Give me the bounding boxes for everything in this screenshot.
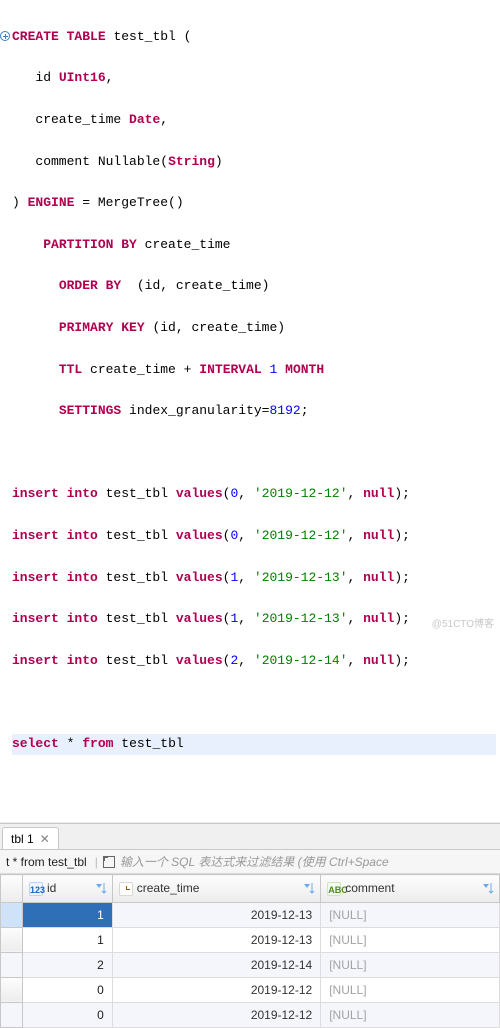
keyword-engine: ENGINE [28,195,75,210]
keyword-month: MONTH [285,362,324,377]
cell-id[interactable]: 0 [23,977,113,1002]
result-grid[interactable]: 123id create_time ABCcomment 12019-12-13… [0,874,500,1028]
table-row[interactable]: 12019-12-13[NULL] [1,902,500,927]
engine-name: MergeTree [98,195,168,210]
column-header-create-time[interactable]: create_time [112,875,320,903]
cell-id[interactable]: 1 [23,927,113,952]
text-type-icon: ABC [327,882,341,896]
insert-line-1: insert into test_tbl values(0, '2019-12-… [12,526,496,547]
ttl-number: 1 [270,362,278,377]
cell-create-time[interactable]: 2019-12-12 [112,1002,320,1027]
select-statement: select * from test_tbl [12,734,496,755]
keyword-settings: SETTINGS [59,403,121,418]
row-header[interactable] [1,977,23,1002]
filter-sort-icon[interactable] [302,881,316,895]
cell-create-time[interactable]: 2019-12-13 [112,902,320,927]
cell-comment[interactable]: [NULL] [321,902,500,927]
insert-line-4: insert into test_tbl values(2, '2019-12-… [12,651,496,672]
table-row[interactable]: 02019-12-12[NULL] [1,1002,500,1027]
filter-sort-icon[interactable] [481,881,495,895]
settings-key: index_granularity [129,403,262,418]
pk-expr: (id, create_time) [152,320,285,335]
sql-editor[interactable]: CREATE TABLE test_tbl ( id UInt16, creat… [0,0,500,823]
cell-id[interactable]: 0 [23,1002,113,1027]
row-header[interactable] [1,902,23,927]
cell-id[interactable]: 2 [23,952,113,977]
cell-id[interactable]: 1 [23,902,113,927]
cell-create-time[interactable]: 2019-12-12 [112,977,320,1002]
collapse-icon[interactable] [0,31,10,41]
result-tab[interactable]: tbl 1 ✕ [2,827,59,849]
insert-line-3: insert into test_tbl values(1, '2019-12-… [12,609,496,630]
table-name: test_tbl [113,29,175,44]
row-header[interactable] [1,952,23,977]
cell-comment[interactable]: [NULL] [321,1002,500,1027]
keyword-order-by: ORDER BY [59,278,121,293]
cell-comment[interactable]: [NULL] [321,952,500,977]
keyword-interval: INTERVAL [199,362,261,377]
table-row[interactable]: 02019-12-12[NULL] [1,977,500,1002]
watermark: @51CTO博客 [432,615,494,630]
partition-expr: create_time [145,237,231,252]
type-date: Date [129,112,160,127]
cell-create-time[interactable]: 2019-12-13 [112,927,320,952]
type-uint16: UInt16 [59,70,106,85]
table-row[interactable]: 12019-12-13[NULL] [1,927,500,952]
insert-line-0: insert into test_tbl values(0, '2019-12-… [12,484,496,505]
toolbar-query-text: t * from test_tbl [6,855,87,869]
filter-hint[interactable]: 输入一个 SQL 表达式来过滤结果 (使用 Ctrl+Space [120,853,389,870]
ttl-column: create_time [90,362,176,377]
orderby-expr: (id, create_time) [137,278,270,293]
close-icon[interactable]: ✕ [40,832,50,846]
id-type-icon: 123 [29,882,43,896]
expand-panel-icon[interactable] [102,855,116,869]
keyword-create-table: CREATE TABLE [12,29,106,44]
settings-value: 8192 [269,403,300,418]
type-string: String [168,154,215,169]
keyword-ttl: TTL [59,362,82,377]
cell-comment[interactable]: [NULL] [321,977,500,1002]
filter-sort-icon[interactable] [94,881,108,895]
result-toolbar: t * from test_tbl | 输入一个 SQL 表达式来过滤结果 (使… [0,850,500,874]
keyword-primary-key: PRIMARY KEY [59,320,145,335]
column-header-id[interactable]: 123id [23,875,113,903]
row-header[interactable] [1,927,23,952]
cell-comment[interactable]: [NULL] [321,927,500,952]
column-create-time: create_time [35,112,121,127]
keyword-partition-by: PARTITION BY [43,237,137,252]
insert-line-2: insert into test_tbl values(1, '2019-12-… [12,568,496,589]
result-tab-label: tbl 1 [11,832,34,846]
result-tab-bar: tbl 1 ✕ [0,824,500,850]
date-type-icon [119,882,133,896]
row-header-corner[interactable] [1,875,23,903]
table-row[interactable]: 22019-12-14[NULL] [1,952,500,977]
keyword-nullable: Nullable [98,154,160,169]
column-id: id [35,70,51,85]
column-comment: comment [35,154,90,169]
column-header-comment[interactable]: ABCcomment [321,875,500,903]
row-header[interactable] [1,1002,23,1027]
cell-create-time[interactable]: 2019-12-14 [112,952,320,977]
